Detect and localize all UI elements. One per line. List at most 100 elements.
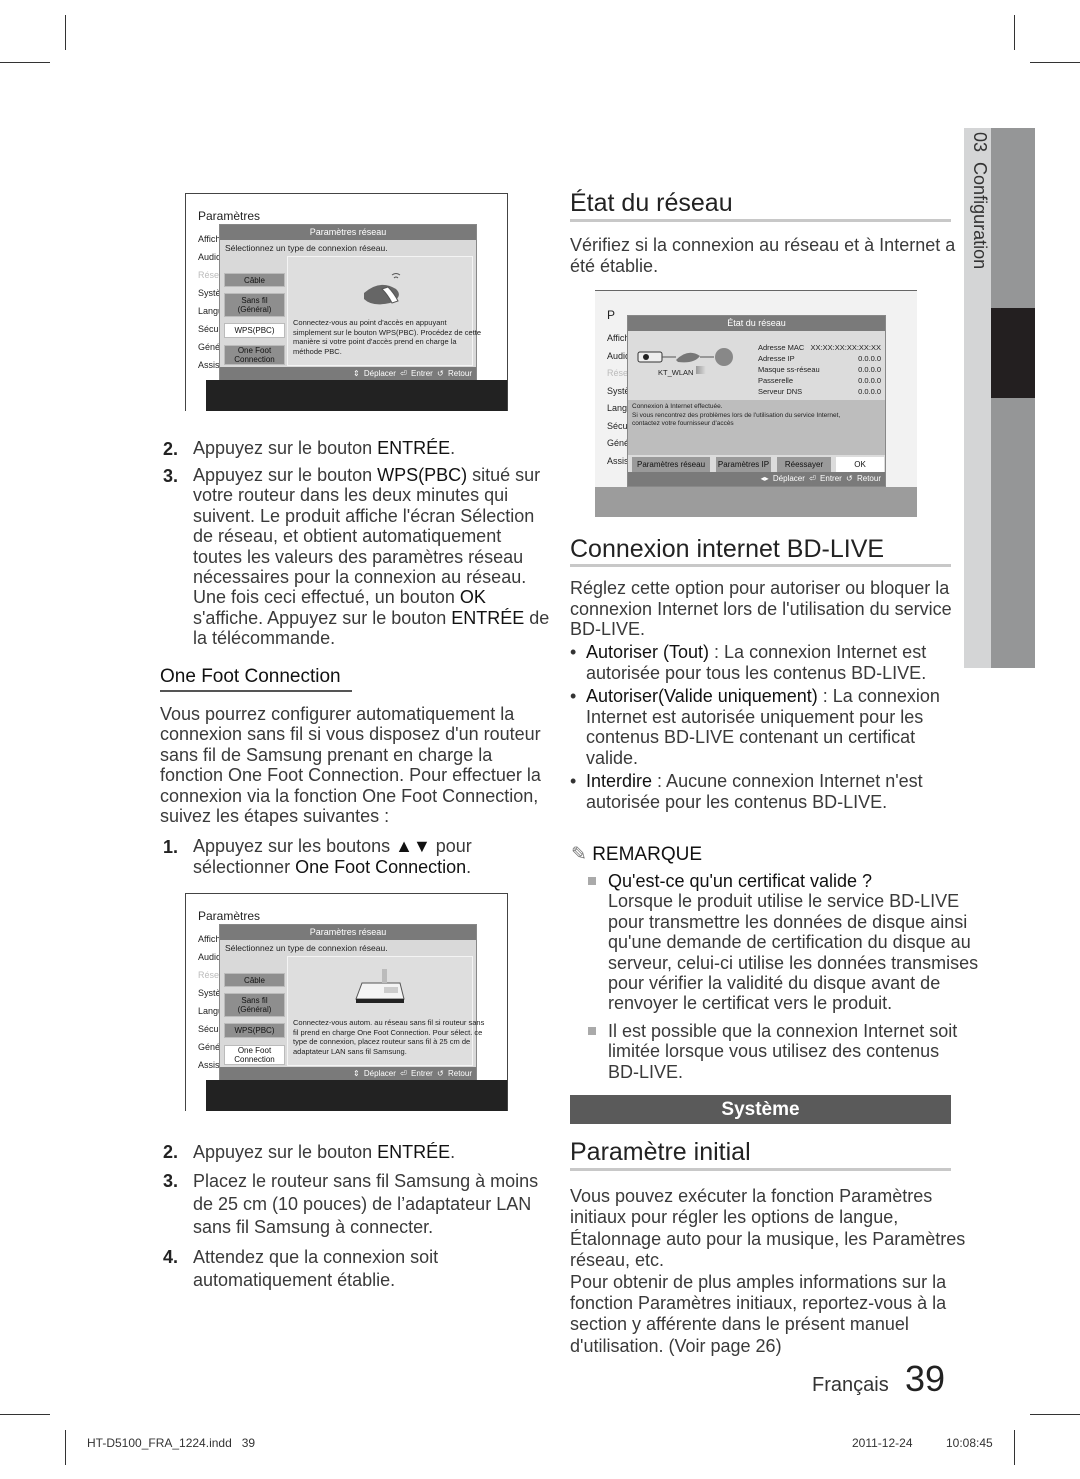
pencil-icon: ✎ — [571, 844, 587, 865]
description-line: méthode PBC. — [293, 346, 342, 356]
dialog-button[interactable]: Paramètres réseau — [632, 457, 710, 472]
network-settings-screenshot-wps: Paramètres Affich Audio Réseau Système Langue… — [185, 193, 508, 411]
text-line: suivent. Le produit affiche l'écran Séle… — [193, 505, 535, 526]
menu-item: Réseau — [607, 368, 629, 378]
text-line: toutes les valeurs des paramètres réseau — [193, 546, 524, 567]
text-line: Placez le routeur sans fil Samsung à moi… — [193, 1171, 539, 1191]
dialog-footer-hints: ◂▸ Déplacer ⏎ Entrer ↺ Retour — [628, 472, 885, 486]
initial-settings-heading: Paramètre initial — [570, 1138, 751, 1166]
menu-item: Langue — [198, 306, 220, 316]
footer-time: 10:08:45 — [946, 1436, 993, 1450]
screen-bottom-band — [206, 1080, 507, 1111]
menu-item: Sécurité — [198, 324, 220, 334]
description-line: fil prend en charge One Foot Connection.… — [293, 1027, 483, 1037]
screen-title: P — [607, 308, 616, 322]
info-value: 0.0.0.0 — [858, 376, 881, 385]
text-line: fonction One Foot Connection. Pour effec… — [160, 765, 541, 786]
option-button[interactable]: One Foot Connection — [224, 345, 285, 365]
heading-rule — [570, 219, 951, 222]
bullet-dot: • — [570, 771, 577, 791]
option-button[interactable]: One Foot Connection — [224, 1045, 285, 1065]
dialog-title: Paramètres réseau — [220, 925, 476, 940]
text-line: contenus BD-LIVE contenant un certificat — [586, 727, 916, 747]
option-button[interactable]: WPS(PBC) — [224, 1023, 285, 1038]
menu-item: Affich — [198, 934, 220, 944]
text-line: Autoriser(Valide uniquement) : La connex… — [586, 686, 940, 706]
option-button[interactable]: Câble — [224, 973, 285, 987]
text-line: limitée lorsque vous utilisez des conten… — [608, 1041, 940, 1062]
bd-live-heading: Connexion internet BD-LIVE — [570, 535, 885, 563]
text-line: Qu'est-ce qu'un certificat valide ? — [608, 871, 872, 891]
option-button[interactable]: Sans fil (Général) — [224, 993, 285, 1017]
text-line: section y afférente dans le présent manu… — [570, 1314, 909, 1335]
text-line: Appuyez sur le bouton ENTRÉE. — [193, 1142, 456, 1162]
text-line: connexion via la fonction One Foot Conne… — [160, 785, 539, 806]
button-row: Paramètres réseau Paramètres IP Réessayer O… — [632, 457, 884, 472]
text-line: valide. — [586, 747, 639, 768]
text-line: connexion sans fil si vous disposez d'un… — [160, 724, 541, 745]
page-number: 39 — [905, 1358, 946, 1399]
info-label: Serveur DNS — [758, 387, 803, 396]
info-label: Adresse MAC — [758, 343, 805, 352]
menu-item: Assistance — [198, 1060, 220, 1070]
text-line: Pour obtenir de plus amples informations… — [570, 1271, 947, 1292]
text-line: Étalonnage auto pour la musique, les Par… — [570, 1228, 966, 1249]
text-line: nécessaires pour la connexion au réseau. — [193, 567, 527, 587]
text-line: autorisée pour les contenus BD-LIVE. — [586, 791, 888, 812]
emphasis: Autoriser (Tout) — [586, 642, 710, 662]
side-tab: 03 Configuration — [964, 128, 1035, 668]
dialog-button[interactable]: OK — [836, 457, 884, 472]
emphasis: ENTRÉE — [377, 438, 451, 458]
emphasis: Qu'est-ce qu'un certificat valide ? — [608, 871, 873, 891]
step-number: 3. — [163, 1171, 179, 1191]
message-line: Connexion à Internet effectuée. — [632, 403, 723, 410]
dialog: État du réseau KT_WLAN Adresse MAC XX:XX:XX… — [627, 315, 886, 487]
crop-mark — [0, 62, 50, 63]
dialog-prompt: Sélectionnez un type de connexion réseau… — [225, 943, 388, 953]
menu-item: Réseau — [198, 270, 220, 280]
text-line: la télécommande. — [193, 628, 336, 649]
description-panel: Connectez-vous au point d'accès en appuy… — [287, 256, 481, 366]
router-wps-button-icon — [352, 269, 408, 309]
text-line: été établie. — [570, 255, 659, 276]
signal-strength-icon — [696, 366, 706, 374]
dialog-title: État du réseau — [628, 316, 885, 331]
note-bullet-square — [588, 877, 596, 885]
description-line: type de connexion, placez routeur sans f… — [293, 1037, 471, 1046]
menu-item: Sécurité — [198, 1024, 220, 1034]
text-line: Appuyez sur les boutons ▲▼ pour — [193, 836, 472, 856]
note-bullet-square — [588, 1027, 596, 1035]
crop-mark — [65, 1430, 66, 1465]
page-language: Français — [812, 1374, 889, 1396]
crop-mark — [65, 15, 66, 50]
info-label: Passerelle — [758, 376, 794, 385]
option-button[interactable]: Sans fil (Général) — [224, 293, 285, 317]
description-line: adaptateur LAN sans fil Samsung. — [293, 1046, 407, 1056]
description-line: simplement sur le bouton WPS(PBC). Procé… — [293, 327, 481, 337]
text-line: sélectionner One Foot Connection. — [193, 856, 472, 877]
step-number: 4. — [163, 1247, 179, 1267]
emphasis: ▲▼ — [395, 836, 431, 856]
dialog-button[interactable]: Paramètres IP — [716, 457, 771, 472]
option-button[interactable]: WPS(PBC) — [224, 323, 285, 338]
step-number: 1. — [163, 837, 179, 857]
emphasis: One Foot Connection — [295, 856, 467, 877]
info-value: 0.0.0.0 — [858, 365, 881, 374]
emphasis: ENTRÉE — [451, 607, 525, 628]
dialog-button[interactable]: Réessayer — [777, 457, 831, 472]
description-line: manière si votre point d'accès prend en … — [293, 337, 457, 346]
heading-rule — [570, 1168, 951, 1171]
step-number: 2. — [163, 439, 179, 459]
option-button[interactable]: Câble — [224, 273, 285, 287]
text-line: sans fil de Samsung prenant en charge la — [160, 744, 493, 765]
text-line: votre routeur dans les deux minutes qui — [193, 485, 509, 506]
menu-item: Langue — [607, 403, 629, 413]
dialog: Paramètres réseau Sélectionnez un type de… — [219, 924, 484, 1082]
text-line: Réglez cette option pour autoriser ou bl… — [570, 578, 950, 598]
crop-mark — [1030, 62, 1080, 63]
menu-item: Audio — [198, 952, 220, 962]
text-line: Attendez que la connexion soit — [193, 1247, 439, 1267]
text-line: de 25 cm (10 pouces) de l’adaptateur LAN — [193, 1194, 532, 1215]
description-panel: Connectez-vous autom. au réseau sans fil… — [287, 956, 484, 1066]
message-line: Si vous rencontrez des problèmes lors de… — [632, 411, 841, 419]
